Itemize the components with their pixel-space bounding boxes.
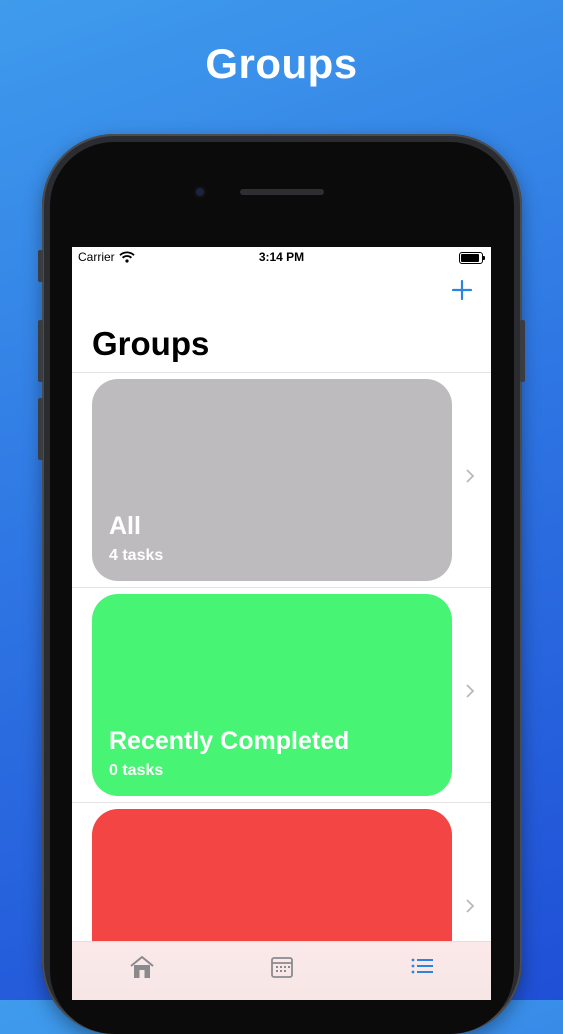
tab-groups[interactable] <box>407 952 437 982</box>
page-title: Groups <box>92 325 210 362</box>
add-group-button[interactable] <box>447 275 477 305</box>
group-task-count: 4 tasks <box>109 547 164 564</box>
plus-icon <box>451 279 473 301</box>
chevron-right-icon <box>466 684 475 698</box>
chevron-right-icon <box>466 469 475 483</box>
app-screen: Carrier 3:14 PM Groups All 4 tasks Recen… <box>72 247 491 1000</box>
tab-calendar[interactable] <box>267 952 297 982</box>
tab-bar <box>72 941 491 1000</box>
status-bar: Carrier 3:14 PM <box>72 247 491 269</box>
status-time: 3:14 PM <box>258 250 305 264</box>
chevron-right-icon <box>466 899 475 913</box>
volume-up-button <box>38 320 43 382</box>
mute-switch <box>38 250 43 282</box>
earpiece-speaker <box>240 189 324 195</box>
power-button <box>520 320 525 382</box>
home-icon <box>130 956 154 978</box>
tab-home[interactable] <box>127 952 157 982</box>
hero-title: Groups <box>205 40 358 87</box>
volume-down-button <box>38 398 43 460</box>
front-camera <box>194 186 206 198</box>
group-name: Recently Completed <box>109 727 350 755</box>
list-icon <box>411 958 433 974</box>
group-card[interactable]: Recently Completed 0 tasks <box>92 594 452 796</box>
group-task-count: 0 tasks <box>109 762 164 779</box>
group-row-all[interactable]: All 4 tasks <box>72 372 491 587</box>
battery-icon <box>459 252 485 264</box>
group-card[interactable]: All 4 tasks <box>92 379 452 581</box>
group-name: All <box>109 512 141 540</box>
calendar-icon <box>271 957 293 978</box>
group-row-recently-completed[interactable]: Recently Completed 0 tasks <box>72 587 491 802</box>
